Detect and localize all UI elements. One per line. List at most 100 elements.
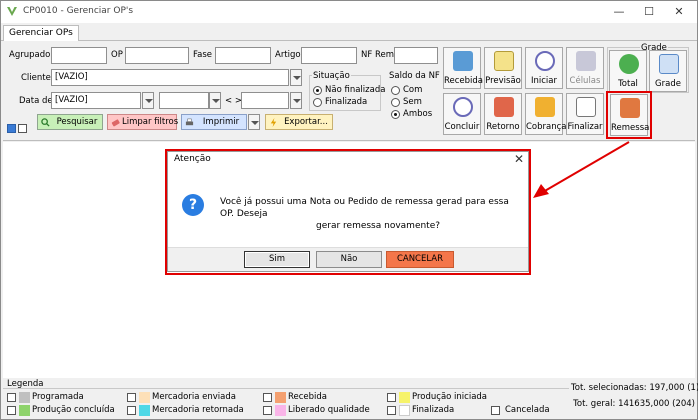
legend-checkbox-liberado-qualidade[interactable] xyxy=(263,406,272,415)
total-button[interactable]: Total xyxy=(609,50,647,92)
clock-icon xyxy=(453,97,473,117)
cobranca-button[interactable]: Cobrança xyxy=(525,93,567,135)
legend-swatch-producao-iniciada xyxy=(399,392,410,403)
pencil-document-icon xyxy=(576,97,596,117)
agrupador-label: Agrupador xyxy=(9,50,54,60)
legend-label-recebida: Recebida xyxy=(288,392,328,402)
tab-gerenciar-ops[interactable]: Gerenciar OPs xyxy=(3,25,79,42)
nf-rem-input[interactable] xyxy=(394,47,438,64)
saldo-label: Saldo da NF xyxy=(389,71,440,81)
select-all-checkbox[interactable] xyxy=(7,124,16,133)
legend-checkbox-recebida[interactable] xyxy=(263,393,272,402)
situacao-label: Situação xyxy=(312,71,351,81)
legend-checkbox-programada[interactable] xyxy=(7,393,16,402)
exportar-button[interactable]: Exportar... xyxy=(265,114,333,130)
radio-com[interactable] xyxy=(391,86,400,95)
legend-checkbox-producao-iniciada[interactable] xyxy=(387,393,396,402)
date-from-dropdown-icon[interactable] xyxy=(209,92,221,109)
title-bar: CP0010 - Gerenciar OP's — ☐ ✕ xyxy=(1,1,697,23)
legend-checkbox-mercadoria-enviada[interactable] xyxy=(127,393,136,402)
nf-rem-label: NF Rem. xyxy=(361,50,397,60)
users-icon xyxy=(576,51,596,71)
legend-checkbox-mercadoria-retornada[interactable] xyxy=(127,406,136,415)
lightning-icon xyxy=(270,118,277,127)
total-general: Tot. geral: 141635,000 (204) xyxy=(573,399,695,409)
radio-sem[interactable] xyxy=(391,98,400,107)
eraser-icon xyxy=(111,119,120,127)
annotation-arrow xyxy=(533,141,630,198)
radio-nao-finalizada[interactable] xyxy=(313,86,322,95)
grade-button[interactable]: Grade xyxy=(649,50,687,92)
radio-finalizada[interactable] xyxy=(313,98,322,107)
question-icon: ? xyxy=(182,194,204,216)
radio-ambos[interactable] xyxy=(391,110,400,119)
radio-nao-finalizada-label: Não finalizada xyxy=(325,85,386,95)
sim-button[interactable]: Sim xyxy=(244,251,310,268)
legend-divider xyxy=(3,388,569,389)
iniciar-button[interactable]: Iniciar xyxy=(525,47,563,89)
fase-input[interactable] xyxy=(215,47,271,64)
radio-sem-label: Sem xyxy=(403,97,422,107)
imprimir-dropdown-icon[interactable] xyxy=(248,114,260,130)
date-to-dropdown-icon[interactable] xyxy=(290,92,302,109)
legend-label-cancelada: Cancelada xyxy=(505,405,550,415)
legend-swatch-programada xyxy=(19,392,30,403)
dialog-close-icon[interactable]: ✕ xyxy=(514,152,524,166)
clock-icon xyxy=(535,51,555,71)
op-label: OP xyxy=(111,50,123,60)
return-truck-icon xyxy=(494,97,514,117)
legend-checkbox-producao-concluida[interactable] xyxy=(7,406,16,415)
legend-checkbox-finalizada[interactable] xyxy=(387,406,396,415)
dialog-footer: Sim Não CANCELAR xyxy=(168,247,528,271)
close-window-icon[interactable]: ✕ xyxy=(665,3,693,21)
legend: Legenda Programada Mercadoria enviada Re… xyxy=(3,379,571,419)
finalizar-button[interactable]: Finalizar xyxy=(566,93,604,135)
date-from-input[interactable] xyxy=(159,92,209,109)
recebida-button[interactable]: Recebida xyxy=(443,47,483,89)
maximize-icon[interactable]: ☐ xyxy=(635,3,663,21)
celulas-button[interactable]: Células xyxy=(566,47,604,89)
search-icon xyxy=(41,118,50,127)
legend-swatch-producao-concluida xyxy=(19,405,30,416)
window-title: CP0010 - Gerenciar OP's xyxy=(23,6,134,16)
artigo-label: Artigo xyxy=(275,50,301,60)
cliente-input[interactable]: [VAZIO] xyxy=(51,69,289,86)
app-logo-icon xyxy=(7,7,17,16)
cliente-dropdown-icon[interactable] xyxy=(290,69,302,86)
truck-icon xyxy=(453,51,473,71)
legend-swatch-finalizada xyxy=(399,405,410,416)
nao-button[interactable]: Não xyxy=(316,251,382,268)
legend-swatch-liberado-qualidade xyxy=(275,405,286,416)
radio-finalizada-label: Finalizada xyxy=(325,97,368,107)
checkmark-icon xyxy=(619,54,639,74)
legend-checkbox-cancelada[interactable] xyxy=(491,406,500,415)
legend-label-programada: Programada xyxy=(32,392,84,402)
calendar-icon xyxy=(494,51,514,71)
confirm-dialog: Atenção ✕ ? Você já possui uma Nota ou P… xyxy=(167,151,529,272)
legend-label-mercadoria-retornada: Mercadoria retornada xyxy=(152,405,244,415)
concluir-button[interactable]: Concluir xyxy=(443,93,481,135)
data-dropdown-icon[interactable] xyxy=(142,92,154,109)
previsao-button[interactable]: Previsão xyxy=(484,47,522,89)
dialog-title: Atenção xyxy=(174,154,211,164)
imprimir-button[interactable]: Imprimir xyxy=(181,114,247,130)
data-input[interactable]: [VAZIO] xyxy=(51,92,141,109)
remessa-button[interactable]: Remessa xyxy=(610,94,649,136)
delivery-truck-icon xyxy=(620,98,640,118)
date-to-input[interactable] xyxy=(241,92,289,109)
cancelar-button[interactable]: CANCELAR xyxy=(386,251,454,268)
between-label: < > xyxy=(225,96,242,106)
minimize-icon[interactable]: — xyxy=(605,3,633,21)
limpar-filtros-button[interactable]: Limpar filtros xyxy=(107,114,178,130)
op-input[interactable] xyxy=(125,47,189,64)
pesquisar-button[interactable]: Pesquisar xyxy=(37,114,103,130)
legend-label-finalizada: Finalizada xyxy=(412,405,455,415)
filter-panel: Agrupador OP Fase Artigo NF Rem. Cliente… xyxy=(3,41,695,141)
radio-ambos-label: Ambos xyxy=(403,109,433,119)
retorno-button[interactable]: Retorno xyxy=(484,93,522,135)
select-none-checkbox[interactable] xyxy=(18,124,27,133)
select-toggle[interactable] xyxy=(7,123,29,135)
artigo-input[interactable] xyxy=(301,47,357,64)
radio-com-label: Com xyxy=(403,85,423,95)
agrupador-input[interactable] xyxy=(51,47,107,64)
